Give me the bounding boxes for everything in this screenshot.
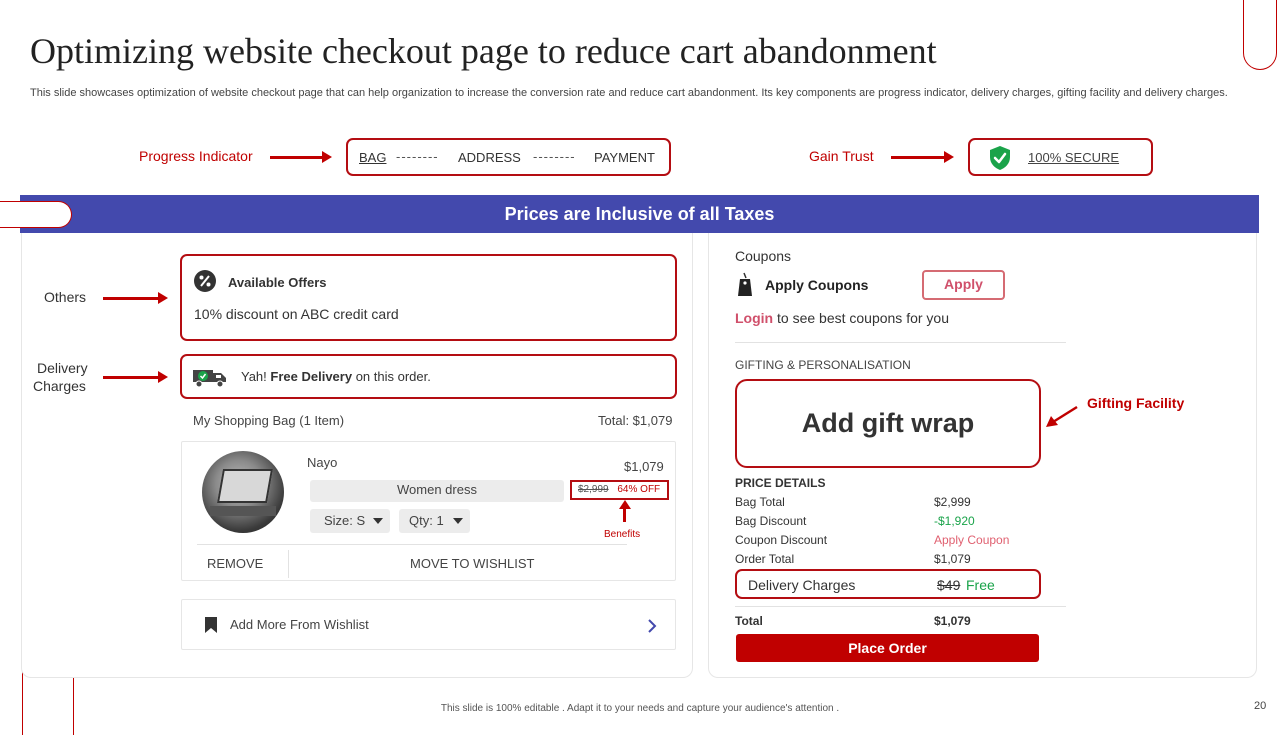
arrow-right-icon — [944, 151, 954, 163]
page-subtitle: This slide showcases optimization of web… — [30, 87, 1228, 99]
apply-coupon-link[interactable]: Apply Coupon — [934, 533, 1009, 547]
corner-decoration — [1243, 0, 1277, 70]
delivery-charges-box: Delivery Charges $49 Free — [735, 569, 1041, 599]
product-price: $1,079 — [624, 459, 664, 474]
apply-coupon-button[interactable]: Apply — [922, 270, 1005, 300]
price-row-label: Bag Total — [735, 495, 785, 509]
gifting-heading: GIFTING & PERSONALISATION — [735, 358, 911, 372]
bookmark-icon — [205, 617, 217, 633]
arrow-line — [103, 376, 158, 379]
secure-badge-box: 100% SECURE — [968, 138, 1153, 176]
label-charges: Charges — [33, 378, 86, 394]
delivery-prefix: Yah! — [241, 369, 267, 384]
discount-percent: 64% OFF — [617, 484, 661, 495]
qty-value: Qty: 1 — [409, 513, 444, 528]
total-value: $1,079 — [934, 614, 971, 628]
price-details-heading: PRICE DETAILS — [735, 476, 826, 490]
move-to-wishlist-button[interactable]: MOVE TO WISHLIST — [410, 556, 534, 571]
label-benefits: Benefits — [604, 529, 641, 540]
add-more-wishlist-row[interactable]: Add More From Wishlist — [181, 599, 676, 650]
delivery-bold: Free Delivery — [270, 369, 353, 384]
arrow-line — [270, 156, 322, 159]
label-progress-indicator: Progress Indicator — [139, 148, 253, 164]
delivery-free: Free — [966, 577, 995, 593]
arrow-up-icon — [619, 500, 631, 509]
product-image[interactable] — [202, 451, 284, 533]
progress-step-address[interactable]: ADDRESS — [458, 150, 521, 165]
chevron-right-icon[interactable] — [647, 618, 657, 634]
coupon-tag-icon — [738, 272, 752, 296]
arrow-line — [891, 156, 944, 159]
cart-item-card: Nayo $1,079 Women dress $2,999 64% OFF S… — [181, 441, 676, 581]
divider — [197, 544, 627, 545]
chevron-down-icon — [373, 518, 383, 524]
delivery-old-price: $49 — [937, 577, 961, 593]
divider — [735, 606, 1066, 607]
shopping-bag-total: Total: $1,079 — [598, 413, 673, 428]
footer-note: This slide is 100% editable . Adapt it t… — [440, 703, 840, 714]
product-name: Women dress — [397, 482, 477, 497]
price-row-value: $1,079 — [934, 552, 971, 566]
progress-step-bag[interactable]: BAG — [359, 150, 386, 165]
progress-separator: -------- — [533, 149, 576, 164]
delivery-suffix: on this order. — [355, 369, 431, 384]
price-row-value: -$1,920 — [934, 514, 975, 528]
label-gain-trust: Gain Trust — [809, 148, 874, 164]
free-delivery-box: Yah! Free Delivery on this order. — [180, 354, 677, 399]
login-link[interactable]: Login — [735, 310, 773, 326]
arrow-right-icon — [158, 292, 168, 304]
price-row-label: Order Total — [735, 552, 795, 566]
shield-check-icon — [990, 146, 1010, 170]
label-others: Others — [44, 289, 87, 305]
arrow-line — [103, 297, 158, 300]
taxes-banner: Prices are Inclusive of all Taxes — [20, 195, 1259, 233]
offer-text: 10% discount on ABC credit card — [194, 306, 399, 322]
chevron-down-icon — [453, 518, 463, 524]
remove-button[interactable]: REMOVE — [207, 556, 263, 571]
add-gift-wrap-button[interactable]: Add gift wrap — [735, 379, 1041, 468]
size-value: Size: S — [324, 513, 366, 528]
place-order-button[interactable]: Place Order — [736, 634, 1039, 662]
arrow-right-icon — [322, 151, 332, 163]
arrow-right-icon — [158, 371, 168, 383]
offers-heading: Available Offers — [228, 275, 327, 290]
arrow-left-icon — [1046, 405, 1078, 427]
price-row-label: Coupon Discount — [735, 533, 828, 547]
progress-separator: -------- — [396, 149, 439, 164]
progress-step-payment[interactable]: PAYMENT — [594, 150, 655, 165]
price-row-label: Bag Discount — [735, 514, 807, 528]
label-gifting-facility: Gifting Facility — [1087, 395, 1185, 411]
price-row-value: $2,999 — [934, 495, 971, 509]
page-title: Optimizing website checkout page to redu… — [30, 31, 937, 71]
delivery-charges-label: Delivery Charges — [748, 577, 856, 593]
qty-select[interactable]: Qty: 1 — [399, 509, 470, 533]
available-offers-box: Available Offers 10% discount on ABC cre… — [180, 254, 677, 341]
delivery-truck-icon — [193, 370, 226, 388]
old-price: $2,999 — [578, 484, 609, 495]
apply-coupons-label: Apply Coupons — [765, 277, 869, 293]
product-name-chip: Women dress — [310, 480, 564, 502]
login-suffix: to see best coupons for you — [777, 310, 949, 326]
divider — [288, 550, 289, 578]
size-select[interactable]: Size: S — [310, 509, 390, 533]
product-brand: Nayo — [307, 455, 338, 470]
divider — [735, 342, 1066, 343]
shopping-bag-heading: My Shopping Bag (1 Item) — [193, 413, 345, 428]
discount-badge-icon — [194, 270, 216, 292]
page-number: 20 — [1254, 700, 1267, 712]
progress-indicator-box: BAG -------- ADDRESS -------- PAYMENT — [346, 138, 671, 176]
coupons-heading: Coupons — [735, 248, 792, 264]
secure-label: 100% SECURE — [1028, 150, 1120, 165]
label-delivery: Delivery — [37, 360, 88, 376]
add-more-label: Add More From Wishlist — [230, 617, 369, 632]
arrow-line — [623, 508, 626, 522]
discount-highlight-box: $2,999 64% OFF — [570, 480, 669, 500]
side-decoration — [0, 201, 72, 228]
total-label: Total — [735, 614, 763, 628]
